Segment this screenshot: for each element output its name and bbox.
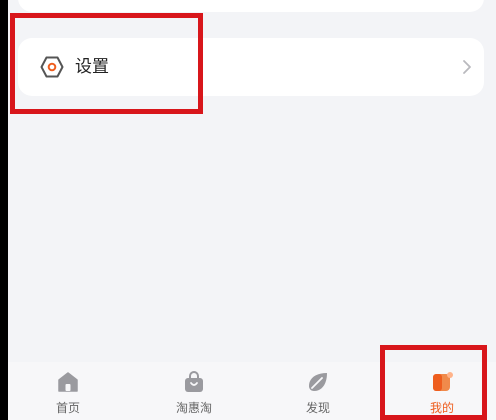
tab-taohuitao[interactable]: 淘惠淘 xyxy=(134,362,254,420)
tab-discover[interactable]: 发现 xyxy=(258,362,378,420)
settings-gear-icon xyxy=(40,56,64,78)
tab-home-label: 首页 xyxy=(55,401,80,415)
shopping-bag-icon xyxy=(185,371,203,392)
tab-mine-label: 我的 xyxy=(429,401,454,415)
home-icon xyxy=(58,372,78,392)
screen: 设置 首页 淘惠淘 发现 我的 xyxy=(0,0,496,420)
tab-mine[interactable]: 我的 xyxy=(382,362,496,420)
tab-home[interactable]: 首页 xyxy=(8,362,128,420)
app-page: 设置 首页 淘惠淘 发现 我的 xyxy=(8,0,496,420)
bottom-tab-bar: 首页 淘惠淘 发现 我的 xyxy=(8,362,496,420)
tab-taohuitao-label: 淘惠淘 xyxy=(175,401,212,415)
settings-row[interactable]: 设置 xyxy=(18,38,484,96)
menu-card-top xyxy=(18,0,484,12)
tab-discover-label: 发现 xyxy=(305,401,330,415)
profile-icon xyxy=(433,372,453,391)
leaf-icon xyxy=(309,373,327,391)
settings-label: 设置 xyxy=(75,57,109,77)
chevron-right-icon xyxy=(463,60,471,74)
